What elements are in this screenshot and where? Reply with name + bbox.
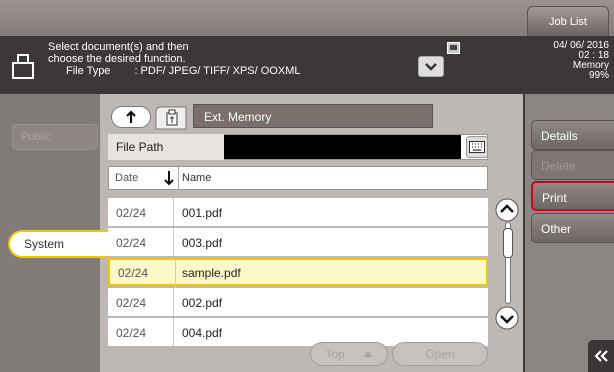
file-date: 02/24 bbox=[110, 260, 176, 288]
file-path-field[interactable] bbox=[224, 135, 461, 159]
file-date: 02/24 bbox=[108, 198, 174, 226]
arrow-up-icon bbox=[126, 110, 136, 123]
file-name: 002.pdf bbox=[182, 296, 223, 310]
top-button-label: Top bbox=[325, 347, 345, 361]
folder-icon bbox=[12, 54, 34, 79]
file-row[interactable]: 02/24 003.pdf bbox=[108, 228, 488, 256]
file-type-value: : PDF/ JPEG/ TIFF/ XPS/ OOXML bbox=[134, 65, 301, 77]
up-folder-button[interactable] bbox=[111, 106, 151, 128]
cart-icon bbox=[447, 42, 460, 54]
left-panel-item-public: Public bbox=[12, 124, 98, 150]
open-button-label: Open bbox=[425, 347, 455, 361]
arrow-up-icon bbox=[363, 351, 372, 357]
file-list: 02/24 001.pdf 02/24 003.pdf 02/24 sample… bbox=[108, 198, 488, 346]
current-location-label: Ext. Memory bbox=[193, 104, 433, 128]
file-path-label: File Path bbox=[108, 134, 224, 160]
memory-value: 99% bbox=[588, 70, 609, 81]
delete-button: Delete bbox=[531, 150, 614, 180]
message-line-1: Select document(s) and then bbox=[48, 41, 189, 53]
keyboard-icon bbox=[469, 141, 485, 153]
status-readout: 04/ 06/ 2016 02 : 18 Memory 99% bbox=[515, 41, 609, 81]
details-button[interactable]: Details bbox=[531, 120, 614, 150]
top-bar bbox=[0, 0, 614, 36]
file-row-selected[interactable]: 02/24 sample.pdf bbox=[108, 258, 488, 288]
file-date: 02/24 bbox=[108, 288, 174, 316]
file-name: 004.pdf bbox=[182, 326, 223, 340]
file-date: 02/24 bbox=[108, 318, 174, 346]
file-row[interactable]: 02/24 001.pdf bbox=[108, 198, 488, 226]
instruction-message: Select document(s) and then choose the d… bbox=[48, 41, 301, 77]
other-button[interactable]: Other bbox=[531, 213, 614, 243]
top-button[interactable]: Top bbox=[310, 342, 388, 366]
collapse-panel-button[interactable] bbox=[588, 340, 614, 372]
file-row[interactable]: 02/24 002.pdf bbox=[108, 288, 488, 316]
message-line-2: choose the desired function. bbox=[48, 53, 186, 65]
file-name: 003.pdf bbox=[182, 236, 223, 250]
job-list-tab[interactable]: Job List bbox=[527, 6, 609, 36]
usb-memory-icon[interactable] bbox=[152, 104, 190, 130]
open-button[interactable]: Open bbox=[392, 342, 488, 366]
print-button[interactable]: Print bbox=[531, 181, 614, 211]
file-type-label: File Type bbox=[66, 65, 111, 77]
keyboard-button[interactable] bbox=[466, 136, 488, 158]
scroll-up-button[interactable] bbox=[494, 198, 520, 222]
chevron-down-icon bbox=[425, 62, 437, 71]
scroll-down-button[interactable] bbox=[494, 306, 520, 330]
sort-down-icon bbox=[164, 171, 174, 186]
name-column-header[interactable]: Name bbox=[182, 167, 211, 184]
message-expand-button[interactable] bbox=[418, 56, 444, 77]
scrollbar-thumb[interactable] bbox=[503, 228, 513, 258]
system-tab[interactable]: System bbox=[8, 230, 108, 258]
double-chevron-left-icon bbox=[594, 350, 608, 362]
file-name: sample.pdf bbox=[182, 266, 241, 280]
file-date: 02/24 bbox=[108, 228, 174, 256]
panel-divider bbox=[523, 94, 525, 372]
file-name: 001.pdf bbox=[182, 206, 223, 220]
